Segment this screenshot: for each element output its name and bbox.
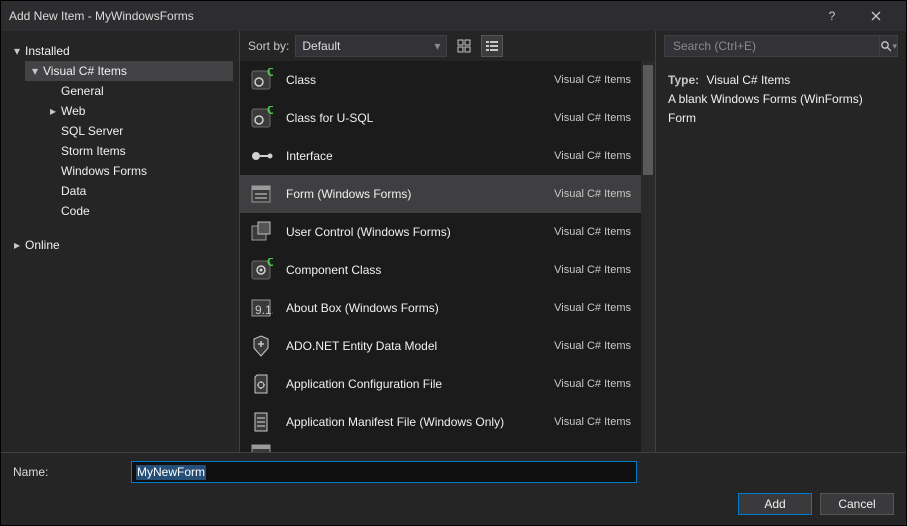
interface-icon (248, 143, 274, 169)
chevron-right-icon: ▸ (47, 104, 59, 118)
tree-node-windows-forms[interactable]: Windows Forms (43, 161, 233, 181)
chevron-down-icon: ▾ (11, 44, 23, 58)
view-list-button[interactable] (481, 35, 503, 57)
chevron-right-icon: ▸ (11, 238, 23, 252)
usercontrol-icon (248, 219, 274, 245)
template-category: Visual C# Items (554, 340, 631, 352)
template-row[interactable]: Application Configuration File Visual C# … (240, 365, 641, 403)
template-row[interactable] (240, 441, 641, 452)
template-name: Application Manifest File (Windows Only) (286, 415, 542, 429)
template-row[interactable]: Application Manifest File (Windows Only)… (240, 403, 641, 441)
template-category: Visual C# Items (554, 112, 631, 124)
component-icon: C# (248, 257, 274, 283)
template-row[interactable]: C# Class Visual C# Items (240, 61, 641, 99)
chevron-down-icon: ▾ (29, 64, 41, 78)
search-box[interactable] (664, 35, 880, 57)
template-name: About Box (Windows Forms) (286, 301, 542, 315)
template-name: Component Class (286, 263, 542, 277)
tree-node-general[interactable]: General (43, 81, 233, 101)
template-row[interactable]: C# Component Class Visual C# Items (240, 251, 641, 289)
detail-description: A blank Windows Forms (WinForms) Form (668, 90, 894, 128)
template-row[interactable]: C# Class for U-SQL Visual C# Items (240, 99, 641, 137)
svg-text:C#: C# (267, 106, 273, 117)
template-category: Visual C# Items (554, 150, 631, 162)
titlebar: Add New Item - MyWindowsForms ? (1, 1, 906, 31)
class-icon: C# (248, 105, 274, 131)
help-button[interactable]: ? (810, 1, 854, 31)
bottom-bar: Name: MyNewForm Add Cancel (1, 452, 906, 525)
template-panel: Sort by: Default ▾ C# Class Visual C# Item… (239, 31, 656, 452)
tree-node-storm-items[interactable]: Storm Items (43, 141, 233, 161)
template-row[interactable]: Form (Windows Forms) Visual C# Items (240, 175, 641, 213)
tree-node-sql-server[interactable]: SQL Server (43, 121, 233, 141)
manifest-icon (248, 409, 274, 435)
template-name: Application Configuration File (286, 377, 542, 391)
tree-node-online[interactable]: ▸ Online (7, 235, 233, 255)
form-icon (248, 181, 274, 207)
svg-text:9.1.0: 9.1.0 (255, 303, 273, 317)
template-row[interactable]: Interface Visual C# Items (240, 137, 641, 175)
tree-node-data[interactable]: Data (43, 181, 233, 201)
search-icon[interactable]: ▾ (880, 35, 898, 57)
template-category: Visual C# Items (554, 188, 631, 200)
config-icon (248, 371, 274, 397)
details-panel: ▾ Type: Visual C# Items A blank Windows … (656, 31, 906, 452)
sort-by-dropdown[interactable]: Default ▾ (295, 35, 447, 57)
template-category: Visual C# Items (554, 226, 631, 238)
template-name: Class (286, 73, 542, 87)
tree-node-installed[interactable]: ▾ Installed (7, 41, 233, 61)
template-category: Visual C# Items (554, 74, 631, 86)
name-input[interactable]: MyNewForm (136, 465, 206, 480)
cancel-button[interactable]: Cancel (820, 493, 894, 515)
template-row[interactable]: 9.1.0 About Box (Windows Forms) Visual C# … (240, 289, 641, 327)
category-tree: ▾ Installed ▾ Visual C# Items General▸We… (1, 31, 239, 452)
template-name: Form (Windows Forms) (286, 187, 542, 201)
chevron-down-icon: ▾ (434, 39, 440, 53)
ado-icon (248, 333, 274, 359)
template-name: ADO.NET Entity Data Model (286, 339, 542, 353)
tree-node-web[interactable]: ▸Web (43, 101, 233, 121)
class-icon: C# (248, 67, 274, 93)
search-input[interactable] (671, 38, 873, 54)
dialog-window: Add New Item - MyWindowsForms ? ▾ Instal… (0, 0, 907, 526)
window-title: Add New Item - MyWindowsForms (9, 9, 810, 23)
template-category: Visual C# Items (554, 264, 631, 276)
tree-node-visual-csharp-items[interactable]: ▾ Visual C# Items (25, 61, 233, 81)
vertical-scrollbar[interactable] (641, 61, 655, 452)
svg-text:C#: C# (267, 258, 273, 269)
scrollbar-thumb[interactable] (643, 65, 653, 175)
template-row[interactable]: ADO.NET Entity Data Model Visual C# Items (240, 327, 641, 365)
template-name: Interface (286, 149, 542, 163)
toolbar: Sort by: Default ▾ (240, 31, 655, 61)
template-category: Visual C# Items (554, 416, 631, 428)
add-button[interactable]: Add (738, 493, 812, 515)
detail-type-row: Type: Visual C# Items (668, 71, 894, 90)
name-input-wrapper[interactable]: MyNewForm (131, 461, 637, 483)
template-category: Visual C# Items (554, 302, 631, 314)
tree-node-code[interactable]: Code (43, 201, 233, 221)
view-medium-icons-button[interactable] (453, 35, 475, 57)
template-name: Class for U-SQL (286, 111, 542, 125)
name-label: Name: (13, 465, 121, 479)
template-list[interactable]: C# Class Visual C# Items C# Class for U-SQL V… (240, 61, 641, 452)
svg-text:C#: C# (267, 68, 273, 79)
about-icon: 9.1.0 (248, 295, 274, 321)
sort-by-label: Sort by: (248, 39, 289, 53)
template-name: User Control (Windows Forms) (286, 225, 542, 239)
template-row[interactable]: User Control (Windows Forms) Visual C# It… (240, 213, 641, 251)
close-button[interactable] (854, 1, 898, 31)
template-category: Visual C# Items (554, 378, 631, 390)
